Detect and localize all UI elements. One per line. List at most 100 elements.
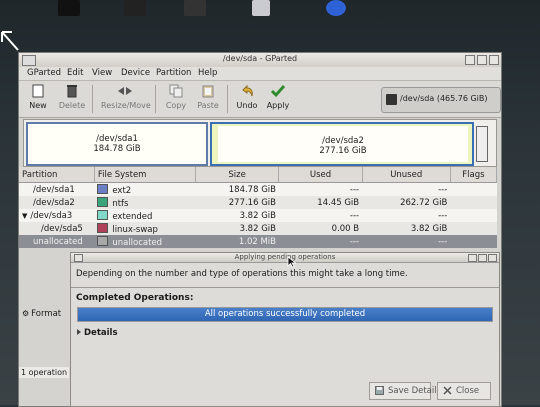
apply-button[interactable]: Apply xyxy=(261,83,295,115)
column-header-file-system[interactable]: File System xyxy=(94,167,196,183)
cell-file-system-text: ext2 xyxy=(112,185,132,196)
title-bar[interactable]: /dev/sda - GParted xyxy=(19,53,501,68)
column-header-unused[interactable]: Unused xyxy=(362,167,451,183)
cell-partition: unallocated xyxy=(19,235,95,248)
column-header-size[interactable]: Size xyxy=(195,167,280,183)
cell-used: 0.00 B xyxy=(278,222,363,235)
close-button[interactable] xyxy=(489,55,499,65)
dialog-maximize-button[interactable] xyxy=(478,254,487,262)
save-details-button[interactable]: Save Details xyxy=(369,382,441,400)
checkmark-icon xyxy=(270,85,286,98)
cell-used: --- xyxy=(278,209,363,222)
desktop-icon[interactable] xyxy=(124,0,146,16)
column-header-flags[interactable]: Flags xyxy=(450,167,498,183)
minimize-button[interactable] xyxy=(465,55,475,65)
cell-size: 277.16 GiB xyxy=(195,196,279,209)
table-header-row: Partition File System Size Used Unused F… xyxy=(19,167,498,183)
partition-block-sda1[interactable]: /dev/sda1 184.78 GiB xyxy=(26,122,208,166)
mouse-pointer-icon xyxy=(287,256,297,268)
delete-button[interactable]: Delete xyxy=(55,83,89,115)
table-row[interactable]: /dev/sda5 linux-swap 3.82 GiB 0.00 B 3.8… xyxy=(19,222,497,235)
cell-file-system-text: ntfs xyxy=(112,198,129,209)
table-row[interactable]: /dev/sda1 ext2 184.78 GiB --- --- xyxy=(19,182,497,196)
filesystem-color-swatch xyxy=(97,209,109,220)
partition-map: /dev/sda1 184.78 GiB /dev/sda2 277.16 Gi… xyxy=(23,119,497,167)
cell-size: 1.02 MiB xyxy=(195,235,279,248)
toolbar-separator xyxy=(92,85,93,113)
filesystem-color-swatch xyxy=(97,235,109,246)
device-selector[interactable]: /dev/sda (465.76 GiB) xyxy=(381,87,501,113)
menu-partition[interactable]: Partition xyxy=(156,68,191,78)
desktop-icon[interactable] xyxy=(58,0,80,16)
copy-label: Copy xyxy=(165,101,187,110)
new-icon xyxy=(32,84,44,98)
filesystem-color-swatch xyxy=(97,183,109,194)
pending-operations-panel: ⚙ Format 1 operation xyxy=(19,307,70,406)
progress-bar: All operations successfully completed xyxy=(77,307,493,322)
cell-file-system: linux-swap xyxy=(94,222,196,235)
filesystem-color-swatch xyxy=(97,196,109,207)
dialog-title-bar[interactable]: Applying pending operations xyxy=(71,253,499,263)
dialog-minimize-button[interactable] xyxy=(468,254,477,262)
partition-map-scrollbar[interactable] xyxy=(476,126,488,162)
cell-unused: --- xyxy=(362,209,451,222)
resize-move-icon xyxy=(118,87,132,95)
cell-file-system: extended xyxy=(94,209,196,222)
table-row[interactable]: ▼/dev/sda3 extended 3.82 GiB --- --- xyxy=(19,209,497,222)
menu-help[interactable]: Help xyxy=(198,68,217,78)
close-button[interactable]: Close xyxy=(437,382,491,400)
cell-file-system: ext2 xyxy=(94,182,196,196)
resize-move-button[interactable]: Resize/Move xyxy=(101,83,151,115)
undo-label: Undo xyxy=(236,101,258,110)
desktop-icon[interactable] xyxy=(184,0,206,16)
menu-edit[interactable]: Edit xyxy=(67,68,83,78)
expander-down-icon[interactable]: ▼ xyxy=(22,212,27,220)
copy-button[interactable]: Copy xyxy=(159,83,193,115)
cell-partition: /dev/sda5 xyxy=(19,222,95,235)
cell-flags xyxy=(450,182,497,196)
table-row[interactable]: /dev/sda2 ntfs 277.16 GiB 14.45 GiB 262.… xyxy=(19,196,497,209)
partition-block-sda2[interactable]: /dev/sda2 277.16 GiB xyxy=(210,122,474,166)
pending-operation-item[interactable]: ⚙ Format xyxy=(22,309,61,319)
cell-unused: 262.72 GiB xyxy=(362,196,451,209)
apply-label: Apply xyxy=(266,101,290,110)
resize-move-label: Resize/Move xyxy=(101,101,151,110)
applying-operations-dialog: Applying pending operations Depending on… xyxy=(70,252,500,407)
cell-partition-text: /dev/sda3 xyxy=(30,210,73,221)
cell-partition: /dev/sda1 xyxy=(19,182,95,196)
completed-operations-heading: Completed Operations: xyxy=(76,293,194,303)
table-row-selected[interactable]: unallocated unallocated 1.02 MiB --- --- xyxy=(19,235,497,248)
menu-device[interactable]: Device xyxy=(121,68,150,78)
dialog-title: Applying pending operations xyxy=(234,253,336,261)
undo-button[interactable]: Undo xyxy=(230,83,264,115)
dialog-close-icon[interactable] xyxy=(488,254,497,262)
copy-icon xyxy=(169,84,183,98)
progress-bar-text: All operations successfully completed xyxy=(204,309,366,319)
cell-partition: /dev/sda2 xyxy=(19,196,95,209)
disk-icon xyxy=(386,94,397,105)
device-selector-value: /dev/sda (465.76 GiB) xyxy=(400,94,488,103)
partition-block-unused-area: /dev/sda2 277.16 GiB xyxy=(218,126,468,162)
cell-flags xyxy=(450,235,497,248)
delete-label: Delete xyxy=(58,101,86,110)
cell-file-system: unallocated xyxy=(94,235,196,248)
toolbar: New Delete Resize/Move Copy Paste Undo A… xyxy=(19,81,501,118)
cell-size: 3.82 GiB xyxy=(195,209,279,222)
arrow-cursor-icon xyxy=(1,31,19,51)
cell-file-system: ntfs xyxy=(94,196,196,209)
column-header-used[interactable]: Used xyxy=(278,167,363,183)
menu-gparted[interactable]: GParted xyxy=(27,68,61,78)
desktop-icon[interactable] xyxy=(252,0,270,16)
details-expander[interactable]: Details xyxy=(77,328,118,338)
globe-icon[interactable] xyxy=(326,0,346,16)
maximize-button[interactable] xyxy=(477,55,487,65)
menu-view[interactable]: View xyxy=(92,68,112,78)
column-header-partition[interactable]: Partition xyxy=(19,167,95,183)
cell-flags xyxy=(450,222,497,235)
save-details-label: Save Details xyxy=(388,386,442,396)
cell-flags xyxy=(450,196,497,209)
save-icon xyxy=(375,386,384,395)
cell-file-system-text: unallocated xyxy=(112,237,163,248)
new-button[interactable]: New xyxy=(21,83,55,115)
paste-button[interactable]: Paste xyxy=(191,83,225,115)
